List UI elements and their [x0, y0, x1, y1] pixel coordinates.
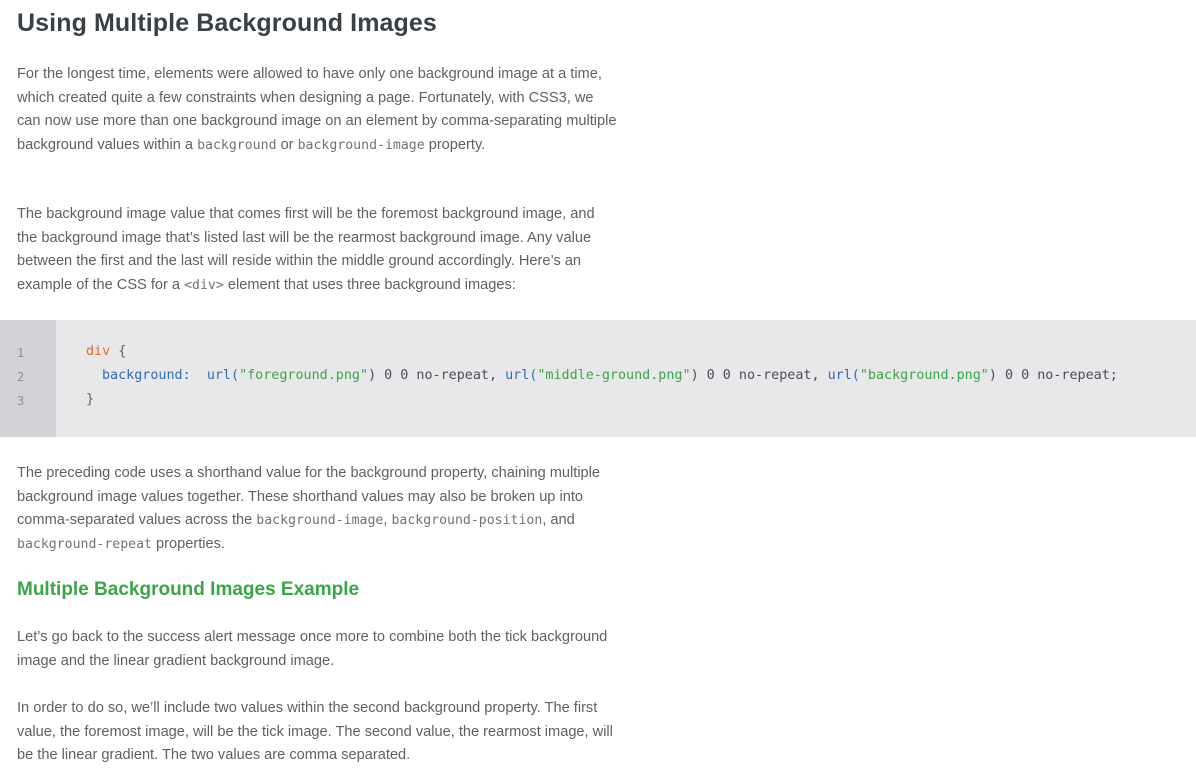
code-value: ) 0 0 no-repeat, [368, 368, 506, 383]
code-open-brace: { [110, 344, 127, 359]
code-close-brace: } [86, 392, 95, 407]
paragraph-text: , and [542, 512, 575, 528]
inline-code-background-position: background-position [391, 513, 543, 528]
inline-code-background: background [197, 137, 277, 153]
line-number: 2 [17, 370, 25, 384]
paragraph-text: property. [424, 136, 486, 153]
paragraph-text: properties. [151, 535, 225, 552]
paragraph-text: or [276, 136, 298, 153]
code-line-2: background: url("foreground.png") 0 0 no… [102, 368, 1118, 383]
inline-code-background-image: background-image [256, 513, 384, 528]
inline-code-background-repeat: background-repeat [17, 536, 152, 552]
code-value: ) 0 0 no-repeat; [988, 368, 1118, 383]
code-url-fn: url( [206, 368, 240, 383]
paragraph-example-detail: In order to do so, we’ll include two val… [17, 700, 613, 763]
paragraph-text: element that uses three background image… [223, 276, 516, 293]
paragraph-layer-order: The background image value that comes fi… [17, 203, 617, 297]
page-title: Using Multiple Background Images [17, 9, 437, 37]
paragraph-shorthand: The preceding code uses a shorthand valu… [17, 462, 617, 556]
inline-code-div: <div> [184, 277, 224, 293]
code-line-3: } [86, 392, 94, 407]
code-string: "foreground.png" [239, 368, 369, 383]
code-url-fn: url( [827, 368, 860, 383]
code-selector: div [86, 344, 111, 359]
section-subheading: Multiple Background Images Example [17, 579, 360, 600]
paragraph-intro: For the longest time, elements were allo… [17, 63, 617, 157]
code-block[interactable]: 1 2 3 div { background: url("foreground.… [0, 320, 1196, 437]
inline-code-background-image: background-image [297, 137, 425, 153]
code-property: background: [102, 368, 191, 383]
code-value: ) 0 0 no-repeat, [690, 368, 828, 383]
code-string: "middle-ground.png" [537, 368, 691, 383]
code-line-1: div { [86, 344, 126, 359]
code-line-gutter: 1 2 3 [0, 320, 56, 437]
code-url-fn: url( [505, 368, 538, 383]
paragraph-example-intro: Let’s go back to the success alert messa… [17, 629, 608, 669]
line-number: 3 [17, 394, 25, 408]
code-string: "background.png" [859, 368, 989, 383]
line-number: 1 [17, 346, 25, 360]
